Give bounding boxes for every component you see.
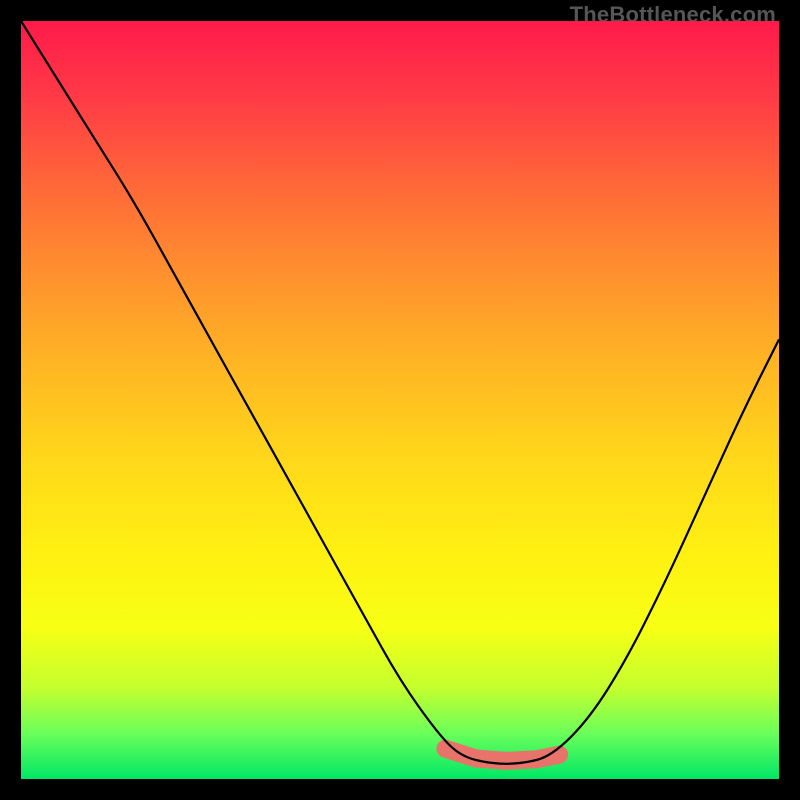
plot-area: [21, 21, 779, 779]
curve-path: [21, 21, 779, 764]
chart-svg: [21, 21, 779, 779]
chart-frame: TheBottleneck.com: [0, 0, 800, 800]
